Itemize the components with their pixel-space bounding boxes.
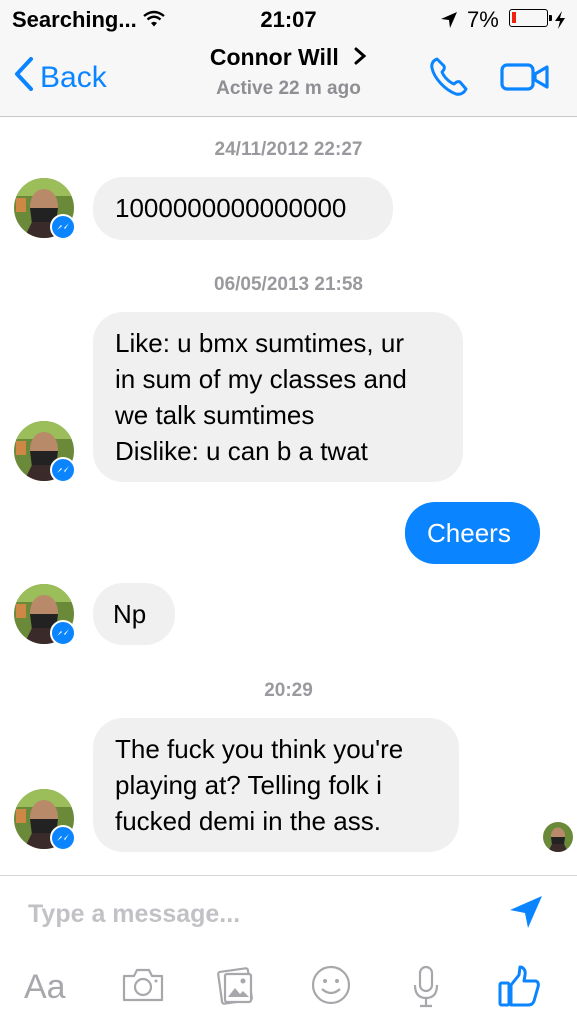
message-text-line: in sum of my classes and [115, 364, 407, 394]
messenger-badge-icon [50, 825, 76, 851]
message-input[interactable]: Type a message... [28, 900, 240, 929]
location-arrow-icon [440, 9, 458, 35]
camera-icon[interactable] [121, 964, 165, 1009]
battery-percent: 7% [467, 7, 499, 32]
messenger-badge-icon [50, 214, 76, 240]
send-icon[interactable] [508, 894, 544, 935]
message-bubble-outgoing[interactable]: Cheers [405, 502, 540, 564]
phone-icon[interactable] [428, 56, 470, 103]
avatar[interactable] [14, 789, 76, 851]
status-bar: Searching... 21:07 7% [0, 0, 577, 38]
video-camera-icon[interactable] [500, 62, 550, 97]
messenger-badge-icon [50, 620, 76, 646]
text-format-button[interactable]: Aa [24, 968, 66, 1007]
thumbs-up-icon[interactable] [497, 964, 541, 1013]
message-bubble-incoming[interactable]: Np [93, 583, 175, 645]
header: Searching... 21:07 7% Back Connor Will A… [0, 0, 577, 117]
composer: Type a message... Aa [0, 875, 577, 1025]
message-bubble-incoming[interactable]: Like: u bmx sumtimes, ur in sum of my cl… [93, 312, 463, 482]
microphone-icon[interactable] [412, 964, 440, 1013]
timestamp: 24/11/2012 22:27 [214, 139, 363, 160]
message-text-line: fucked demi in the ass. [115, 806, 381, 836]
activity-status: Active 22 m ago [216, 78, 361, 99]
contact-name: Connor Will [209, 44, 339, 70]
timestamp: 20:29 [264, 680, 313, 701]
message-bubble-incoming[interactable]: The fuck you think you're playing at? Te… [93, 718, 459, 852]
message-text: Np [113, 599, 147, 629]
message-bubble-incoming[interactable]: 1000000000000000 [93, 177, 393, 240]
avatar[interactable] [14, 421, 76, 483]
message-text-line: Like: u bmx sumtimes, ur [115, 328, 404, 358]
avatar[interactable] [14, 178, 76, 240]
contact-name-button[interactable]: Connor Will [0, 44, 577, 71]
photo-gallery-icon[interactable] [216, 964, 256, 1011]
battery-icon [509, 9, 552, 27]
message-text-line: we talk sumtimes [115, 400, 315, 430]
message-text: 1000000000000000 [115, 193, 347, 223]
emoji-icon[interactable] [310, 964, 352, 1011]
messenger-badge-icon [50, 457, 76, 483]
timestamp: 06/05/2013 21:58 [214, 274, 363, 295]
charging-bolt-icon [554, 9, 566, 35]
message-text-line: The fuck you think you're [115, 734, 404, 764]
seen-avatar [543, 822, 573, 852]
message-text-line: playing at? Telling folk i [115, 770, 382, 800]
avatar[interactable] [14, 584, 76, 646]
composer-toolbar: Aa [0, 960, 577, 1020]
message-text: Cheers [427, 518, 511, 548]
message-text-line: Dislike: u can b a twat [115, 436, 368, 466]
chevron-right-icon [345, 44, 367, 70]
